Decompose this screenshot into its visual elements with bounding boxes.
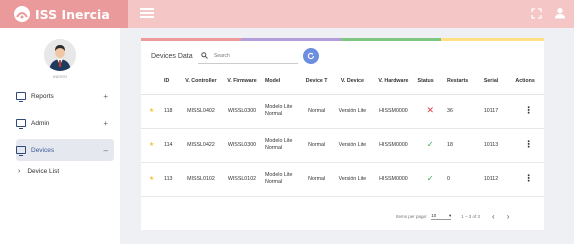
username: INERSI — [53, 74, 67, 79]
cell-firmware: WISSL0300 — [220, 94, 264, 129]
cell-device: Versión Lite — [333, 162, 372, 197]
cell-id: 114 — [162, 128, 181, 163]
col-controller[interactable]: V. Controller — [180, 70, 221, 95]
expand-sign: + — [103, 118, 108, 128]
cell-firmware: WISSL0102 — [220, 162, 264, 197]
devices-table: ID V. Controller V. Firmware Model Devic… — [141, 70, 544, 197]
cell-type: Normal — [299, 94, 334, 129]
col-model[interactable]: Model — [263, 70, 300, 95]
sidebar-item-reports[interactable]: Reports + — [16, 85, 114, 107]
col-actions: Actions — [513, 70, 544, 95]
table-row[interactable]: ★ 114 MISSL0422 WISSL0300 Modelo Lite No… — [141, 128, 544, 163]
cell-model: Modelo Lite Normal — [263, 128, 300, 163]
user-icon[interactable] — [554, 7, 566, 19]
col-status[interactable]: Status — [415, 70, 445, 95]
table-row[interactable]: ★ 113 MISSL0102 WISSL0102 Modelo Lite No… — [141, 162, 544, 197]
monitor-icon — [16, 92, 26, 102]
expand-icon[interactable] — [531, 8, 542, 19]
expand-sign: + — [103, 91, 108, 101]
stripe-yellow — [441, 38, 544, 41]
collapse-sign: – — [103, 145, 108, 155]
monitor-icon — [16, 119, 26, 129]
status-error-icon: ✕ — [426, 104, 435, 115]
sidebar-item-label: Devices — [31, 146, 55, 154]
cell-serial: 10113 — [481, 128, 514, 163]
stripe-purple — [241, 38, 341, 41]
status-ok-icon: ✓ — [426, 173, 434, 183]
more-vert-icon[interactable]: ⋮ — [524, 173, 533, 183]
cell-id: 113 — [162, 162, 181, 197]
star-icon[interactable]: ★ — [149, 176, 154, 182]
cell-restarts: 18 — [445, 128, 482, 163]
page-range: 1 – 3 of 3 — [461, 213, 481, 219]
cell-model: Modelo Lite Normal — [263, 162, 300, 197]
sidebar-item-label: Admin — [31, 119, 50, 127]
chevron-right-icon: › — [18, 168, 21, 175]
logo-icon — [14, 6, 30, 22]
cell-restarts: 36 — [445, 94, 482, 129]
stripe-green — [341, 38, 441, 41]
hamburger-icon[interactable] — [140, 8, 154, 20]
cell-id: 118 — [162, 94, 181, 129]
status-ok-icon: ✓ — [426, 139, 434, 149]
sidebar-item-devices[interactable]: Devices – — [16, 139, 114, 161]
prev-page-icon[interactable]: ‹ — [492, 212, 495, 221]
col-device[interactable]: V. Device — [333, 70, 372, 95]
star-icon[interactable]: ★ — [149, 108, 154, 114]
cell-controller: MISSL0422 — [180, 128, 221, 163]
card-title: Devices Data — [151, 53, 193, 60]
table-row[interactable]: ★ 118 MISSL0402 WISSL0300 Modelo Lite No… — [141, 94, 544, 129]
avatar — [44, 39, 76, 71]
cell-serial: 10117 — [481, 94, 514, 129]
col-hardware[interactable]: V. Hardware — [371, 70, 416, 95]
cell-model: Modelo Lite Normal — [263, 94, 300, 129]
cell-type: Normal — [299, 128, 334, 163]
items-per-page-label: Items per page: — [396, 213, 428, 219]
dropdown-arrow-icon: ▾ — [449, 212, 452, 218]
more-vert-icon[interactable]: ⋮ — [524, 105, 533, 115]
refresh-icon — [307, 52, 315, 60]
cell-controller: MISSL0102 — [180, 162, 221, 197]
cell-hardware: HISSM0000 — [371, 128, 416, 163]
cell-hardware: HISSM0000 — [371, 94, 416, 129]
cell-firmware: WISSL0300 — [220, 128, 264, 163]
cell-controller: MISSL0402 — [180, 94, 221, 129]
search-icon — [201, 52, 208, 59]
monitor-icon — [16, 146, 26, 156]
refresh-button[interactable] — [303, 48, 319, 64]
sidebar-item-label: Reports — [31, 92, 54, 100]
col-firmware[interactable]: V. Firmware — [220, 70, 264, 95]
brand[interactable]: ISS Inercia — [0, 0, 128, 28]
sidebar: INERSI Reports + Admin + Devices – — [0, 28, 120, 244]
search-input[interactable] — [214, 52, 294, 59]
table-header-row: ID V. Controller V. Firmware Model Devic… — [141, 70, 544, 95]
sidebar-subitem-device-list[interactable]: › Device List — [18, 168, 59, 175]
sidebar-subitem-label: Device List — [27, 168, 60, 175]
paginator: Items per page: 10 ▾ 1 – 3 of 3 ‹ › — [396, 211, 509, 221]
page-size-select[interactable]: 10 ▾ — [431, 212, 452, 220]
next-page-icon[interactable]: › — [507, 212, 510, 221]
cell-restarts: 0 — [445, 162, 482, 197]
col-serial[interactable]: Serial — [481, 70, 514, 95]
app-title: ISS Inercia — [35, 6, 110, 22]
cell-serial: 10112 — [481, 162, 514, 197]
col-restarts[interactable]: Restarts — [445, 70, 482, 95]
sidebar-item-admin[interactable]: Admin + — [16, 112, 114, 134]
devices-card: Devices Data ID V. Controller V. Firmwar… — [141, 38, 544, 230]
search-box[interactable] — [198, 48, 298, 64]
cell-device: Versión Lite — [333, 128, 372, 163]
more-vert-icon[interactable]: ⋮ — [524, 139, 533, 149]
cell-device: Versión Lite — [333, 94, 372, 129]
col-id[interactable]: ID — [162, 70, 181, 95]
col-fav — [141, 70, 163, 95]
cell-hardware: HISSM0000 — [371, 162, 416, 197]
col-device-type[interactable]: Device T — [299, 70, 334, 95]
cell-type: Normal — [299, 162, 334, 197]
page-size-value: 10 — [431, 212, 437, 218]
stripe-red — [141, 38, 241, 41]
star-icon[interactable]: ★ — [149, 142, 154, 148]
